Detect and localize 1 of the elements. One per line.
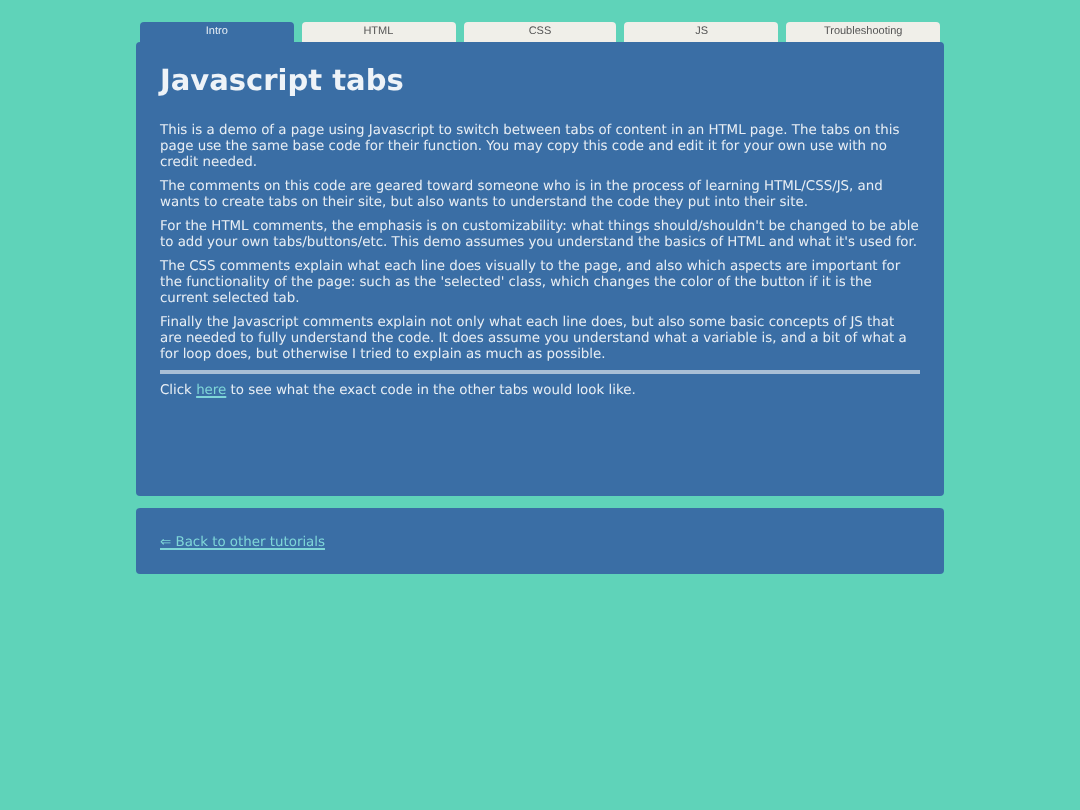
page-title: Javascript tabs	[160, 66, 406, 98]
